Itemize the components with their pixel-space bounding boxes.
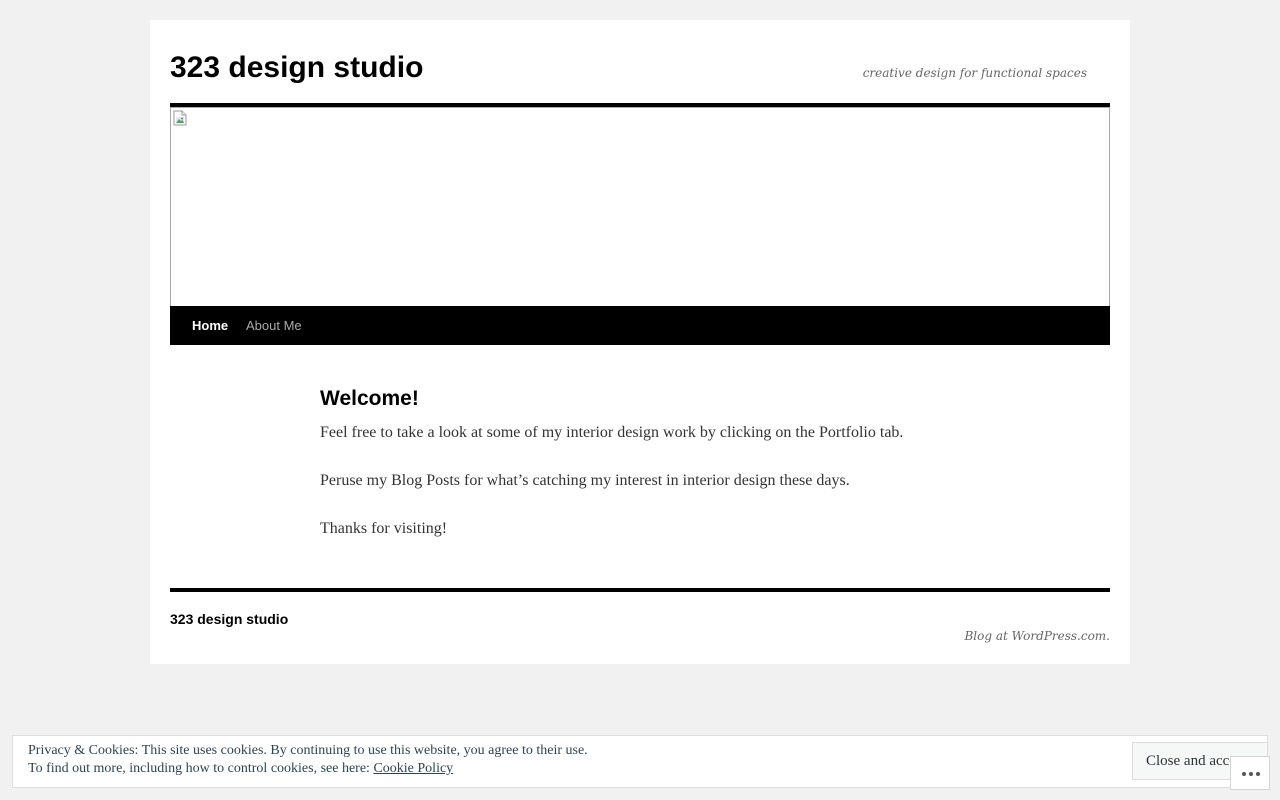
- site-title[interactable]: 323 design studio: [170, 50, 423, 86]
- site-tagline: creative design for functional spaces: [862, 66, 1087, 80]
- cookie-notice-line: Privacy & Cookies: This site uses cookie…: [28, 743, 588, 758]
- footer-credit-link[interactable]: Blog at WordPress.com.: [964, 628, 1110, 644]
- header-image: [170, 107, 1110, 307]
- cookie-notice-prefix: To find out more, including how to contr…: [28, 761, 374, 776]
- page-wrapper: 323 design studio creative design for fu…: [150, 20, 1130, 664]
- content-paragraph: Thanks for visiting!: [320, 520, 448, 537]
- page-title: Welcome!: [320, 387, 419, 410]
- footer-divider: [170, 588, 1110, 592]
- actions-menu-button[interactable]: [1230, 756, 1270, 790]
- content-paragraph: Peruse my Blog Posts for what’s catching…: [320, 472, 850, 489]
- cookie-notice-text: Privacy & Cookies: This site uses cookie…: [28, 742, 588, 778]
- cookie-policy-link[interactable]: Cookie Policy: [373, 761, 453, 776]
- cookie-banner: Privacy & Cookies: This site uses cookie…: [12, 735, 1268, 788]
- main-navigation: Home About Me: [170, 306, 1110, 345]
- nav-item-about-me[interactable]: About Me: [246, 306, 302, 345]
- nav-item-home[interactable]: Home: [192, 306, 228, 345]
- page-content: Welcome! Feel free to take a look at som…: [320, 385, 960, 541]
- ellipsis-icon: [1242, 772, 1260, 776]
- content-paragraph: Feel free to take a look at some of my i…: [320, 424, 904, 441]
- footer-site-name[interactable]: 323 design studio: [170, 610, 288, 628]
- cookie-notice-line: To find out more, including how to contr…: [28, 760, 588, 778]
- broken-image-icon: [173, 110, 187, 126]
